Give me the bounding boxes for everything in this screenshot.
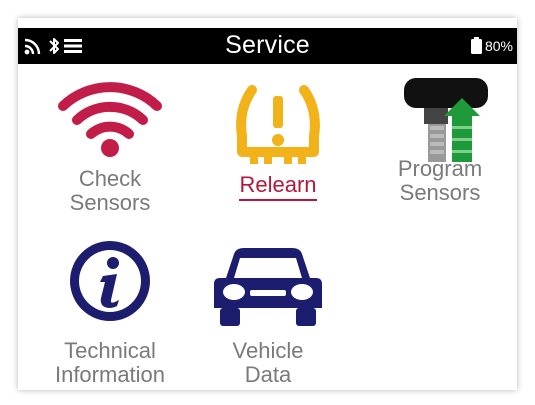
battery-status: 80% [470,37,513,54]
tile-technical-information[interactable]: Technical Information [40,236,180,387]
tile-label: Vehicle Data [232,338,304,387]
status-bar: Service 80% [18,28,517,64]
battery-icon [470,37,482,54]
service-screen: Service 80% Check Sensors Relearn Progra… [18,18,517,390]
car-icon [214,248,322,326]
page-title: Service [225,31,310,59]
battery-percent: 80% [484,37,513,54]
tile-label: Relearn [213,172,343,201]
tpms-warning-icon [236,85,320,164]
tile-relearn[interactable]: Relearn [213,80,343,201]
wifi-signal-icon [58,82,162,157]
tile-label: Technical Information [54,338,166,387]
tile-vehicle-data[interactable]: Vehicle Data [208,246,328,387]
tile-program-sensors[interactable]: Program Sensors [370,66,510,205]
relearn-label: Relearn [239,172,317,201]
tile-check-sensors[interactable]: Check Sensors [50,76,170,215]
info-icon [70,241,150,321]
sensor-program-icon [404,78,488,162]
tile-label: Check Sensors [69,166,151,215]
